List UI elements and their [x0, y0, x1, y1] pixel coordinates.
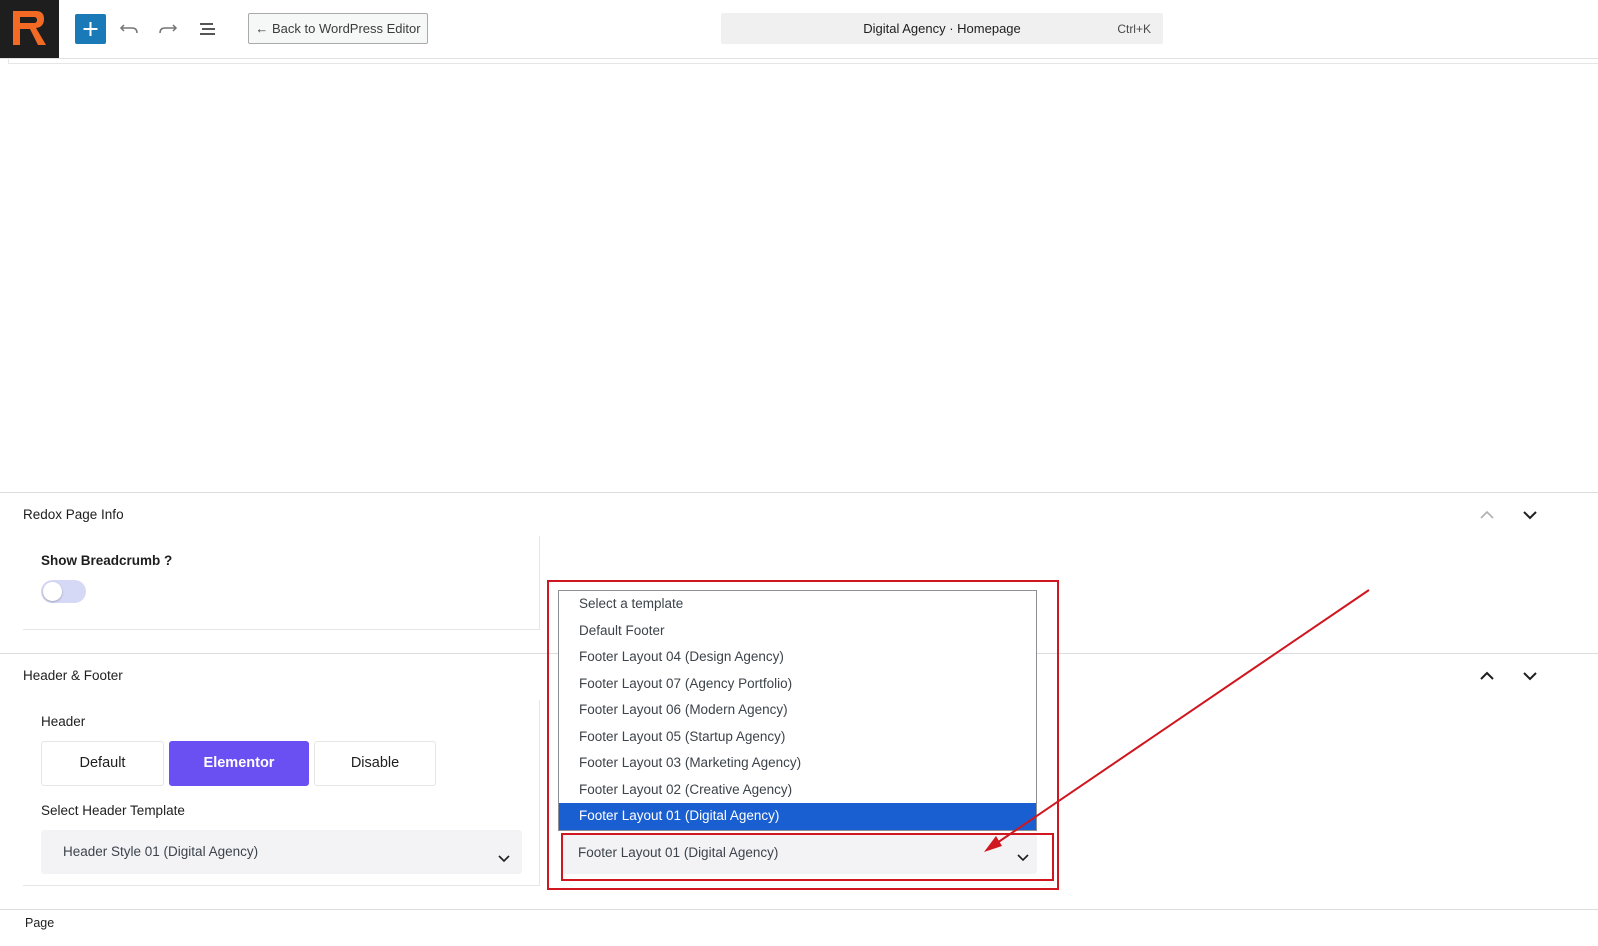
annotation-arrow-icon: [984, 589, 1370, 852]
status-breadcrumb[interactable]: Page: [25, 916, 54, 930]
status-bar: Page: [0, 909, 1598, 946]
